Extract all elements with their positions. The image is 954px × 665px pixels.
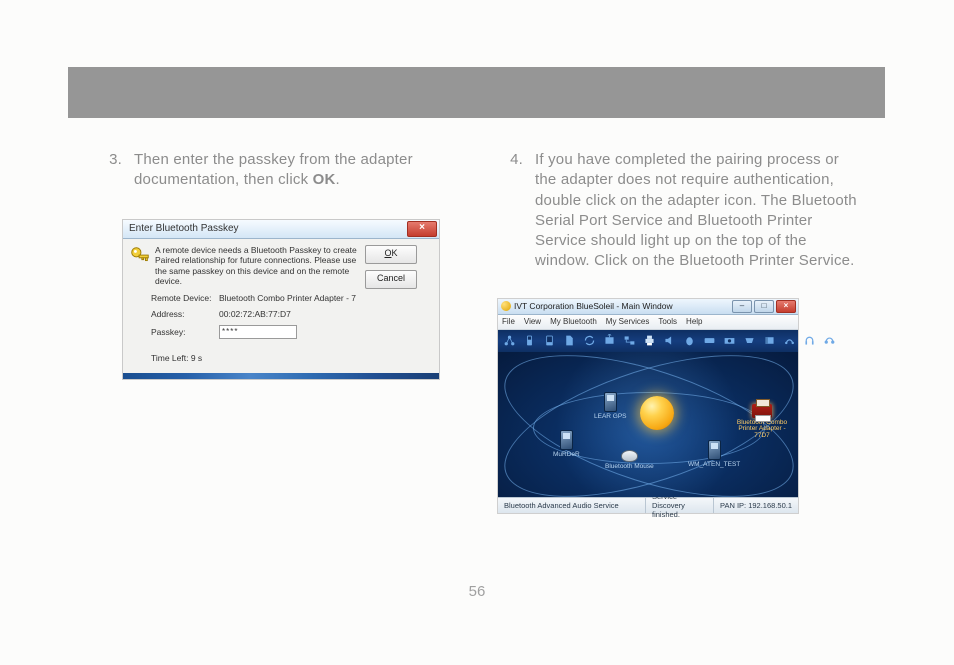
dialog-titlebar: Enter Bluetooth Passkey × — [123, 220, 439, 239]
step-4: 4. If you have completed the pairing pro… — [497, 150, 864, 272]
maximize-button[interactable]: □ — [754, 300, 774, 313]
address-value: 00:02:72:AB:77:D7 — [219, 309, 359, 319]
device-murder[interactable]: MuRDeR — [553, 430, 580, 459]
printer-icon — [752, 404, 772, 418]
device-lear-gps[interactable]: LEAR GPS — [594, 392, 627, 421]
page-number: 56 — [0, 583, 954, 600]
dialog-title: Enter Bluetooth Passkey — [129, 223, 239, 234]
device-wm-aten-test[interactable]: WM_ATEN_TEST — [688, 440, 740, 469]
status-right: PAN IP: 192.168.50.1 — [714, 498, 798, 513]
cancel-button[interactable]: Cancel — [365, 270, 417, 289]
dialog-close-button[interactable]: × — [407, 221, 437, 237]
sync-icon[interactable] — [583, 334, 596, 347]
passkey-dialog-figure: Enter Bluetooth Passkey × A remote devic… — [122, 219, 440, 381]
remote-device-value: Bluetooth Combo Printer Adapter - 7 — [219, 293, 359, 303]
mouse-icon[interactable] — [683, 334, 696, 347]
device-printer-adapter[interactable]: Bluetooth Combo Printer Adapter - 77D7 — [732, 404, 792, 440]
remote-device-label: Remote Device: — [129, 293, 219, 303]
lan-icon[interactable] — [623, 334, 636, 347]
bluesoleil-statusbar: Bluetooth Advanced Audio Service Service… — [498, 497, 798, 513]
menu-help[interactable]: Help — [686, 317, 702, 326]
status-left: Bluetooth Advanced Audio Service — [498, 498, 646, 513]
phone-icon — [560, 430, 573, 450]
keyboard-icon[interactable] — [703, 334, 716, 347]
page-header-bar — [68, 67, 885, 118]
serial-icon[interactable] — [743, 334, 756, 347]
status-mid: Service Discovery finished. — [646, 498, 714, 513]
step-number: 3. — [96, 150, 134, 191]
step-text: Then enter the passkey from the adapter … — [134, 150, 447, 191]
menu-myservices[interactable]: My Services — [606, 317, 650, 326]
key-icon — [129, 245, 151, 267]
device-bluetooth-mouse[interactable]: Bluetooth Mouse — [605, 450, 654, 471]
a2dp-icon[interactable] — [823, 334, 836, 347]
menu-mybluetooth[interactable]: My Bluetooth — [550, 317, 597, 326]
passkey-input[interactable]: **** — [219, 325, 297, 339]
bluesoleil-titlebar: IVT Corporation BlueSoleil - Main Window… — [498, 299, 798, 315]
local-device-sun-icon[interactable] — [640, 396, 674, 430]
ok-button[interactable]: OK — [365, 245, 417, 264]
bluesoleil-device-view: LEAR GPS MuRDeR Bluetooth Mouse WM_ATEN_… — [498, 352, 798, 497]
menu-view[interactable]: View — [524, 317, 541, 326]
phone-icon[interactable] — [523, 334, 536, 347]
dialog-message: A remote device needs a Bluetooth Passke… — [155, 245, 359, 288]
dialup-icon[interactable] — [783, 334, 796, 347]
network-icon[interactable] — [503, 334, 516, 347]
bluesoleil-menubar: File View My Bluetooth My Services Tools… — [498, 315, 798, 330]
push-icon[interactable] — [603, 334, 616, 347]
fax-icon[interactable] — [763, 334, 776, 347]
step-3: 3. Then enter the passkey from the adapt… — [96, 150, 447, 191]
close-button[interactable]: × — [776, 300, 796, 313]
bluesoleil-service-toolbar — [498, 330, 798, 352]
file-icon[interactable] — [563, 334, 576, 347]
time-left: Time Left: 9 s — [129, 353, 359, 363]
bluesoleil-app-icon — [501, 301, 511, 311]
menu-tools[interactable]: Tools — [658, 317, 677, 326]
minimize-button[interactable]: – — [732, 300, 752, 313]
mouse-icon — [621, 450, 638, 462]
bluesoleil-window-figure: IVT Corporation BlueSoleil - Main Window… — [497, 298, 799, 514]
pda-icon[interactable] — [543, 334, 556, 347]
step-text: If you have completed the pairing proces… — [535, 150, 864, 272]
passkey-label: Passkey: — [129, 327, 219, 337]
step-number: 4. — [497, 150, 535, 272]
camera-icon[interactable] — [723, 334, 736, 347]
address-label: Address: — [129, 309, 219, 319]
menu-file[interactable]: File — [502, 317, 515, 326]
audio-icon[interactable] — [663, 334, 676, 347]
bluesoleil-title: IVT Corporation BlueSoleil - Main Window — [514, 301, 673, 311]
printer-icon[interactable] — [643, 334, 656, 347]
phone-icon — [708, 440, 721, 460]
phone-icon — [604, 392, 617, 412]
headset-icon[interactable] — [803, 334, 816, 347]
dialog-bottom-edge — [123, 373, 439, 379]
